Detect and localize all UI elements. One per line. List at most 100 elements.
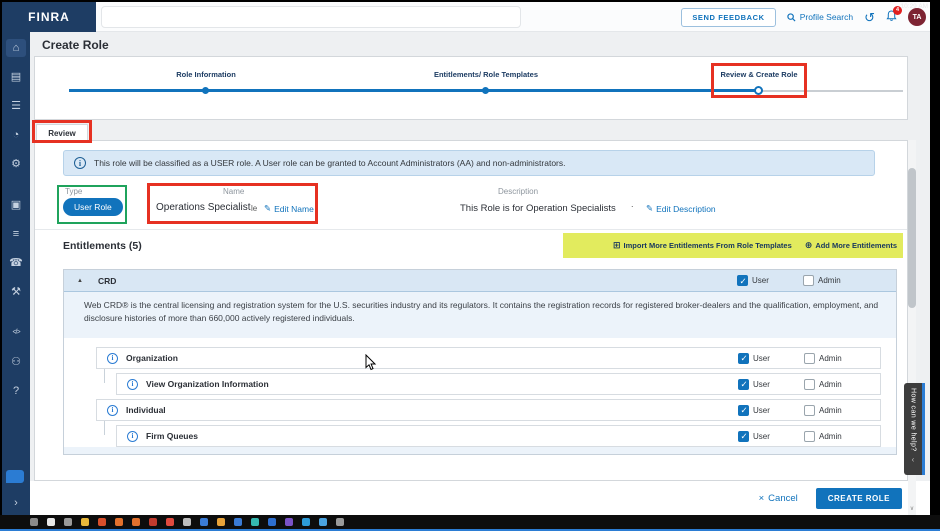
- description-label: Description: [498, 187, 538, 196]
- user-checkbox-label: User: [753, 380, 770, 389]
- user-checkbox[interactable]: [738, 379, 749, 390]
- user-checkbox[interactable]: [737, 275, 748, 286]
- info-icon: i: [127, 379, 138, 390]
- edit-pencil-icon: ✎: [264, 203, 271, 214]
- scrollbar-down-arrow[interactable]: ∨: [908, 505, 916, 515]
- help-tab-label: How can we help?: [910, 388, 917, 452]
- help-tab[interactable]: How can we help? ‹: [904, 383, 925, 475]
- type-label: Type: [65, 187, 82, 196]
- footer-actions: × Cancel CREATE ROLE: [30, 481, 930, 515]
- entitlement-row-organization[interactable]: i Organization User Admin: [96, 347, 881, 369]
- queues-icon[interactable]: ≡: [6, 225, 26, 243]
- user-admin-icon[interactable]: ⚙: [6, 155, 26, 173]
- entitlement-row-individual[interactable]: i Individual User Admin: [96, 399, 881, 421]
- avatar[interactable]: TA: [908, 8, 926, 26]
- divider: [35, 229, 907, 230]
- panel-bottom-strip: [64, 447, 896, 454]
- row-connector: [104, 421, 105, 435]
- crd-group-description: Web CRD® is the central licensing and re…: [64, 292, 896, 338]
- step-role-information[interactable]: Role Information: [176, 70, 236, 79]
- collapse-triangle-icon[interactable]: ▲: [77, 278, 83, 284]
- pie-chart-icon[interactable]: ◔: [6, 126, 26, 144]
- checklist-icon[interactable]: ☰: [6, 97, 26, 115]
- close-icon: ×: [759, 493, 765, 504]
- entitlement-row-view-organization-information[interactable]: i View Organization Information User Adm…: [116, 373, 881, 395]
- profile-search-link[interactable]: Profile Search: [787, 12, 853, 22]
- profile-search-label: Profile Search: [800, 12, 853, 22]
- entitlements-panel: ▲ CRD User Admin Web CRD® is the central: [63, 269, 897, 455]
- developer-code-icon[interactable]: </>: [6, 324, 26, 342]
- top-bar: FINRA SEND FEEDBACK Profile Search ↺ 4 T…: [2, 2, 930, 32]
- user-checkbox-label: User: [753, 406, 770, 415]
- crd-checkboxes: User Admin: [737, 275, 896, 286]
- info-icon: i: [74, 157, 86, 169]
- user-checkbox[interactable]: [738, 431, 749, 442]
- chevron-left-icon: ‹: [912, 455, 915, 464]
- admin-checkbox-label: Admin: [819, 406, 842, 415]
- crd-group-header[interactable]: ▲ CRD User Admin: [64, 270, 896, 292]
- main-content: Create Role Role Information Entitlement…: [30, 32, 930, 515]
- left-sidebar: ⌂ ▤ ☰ ◔ ⚙ ▣ ≡ ☎ ⚒ </> ⚇ ? ›: [2, 32, 30, 515]
- send-feedback-button[interactable]: SEND FEEDBACK: [681, 8, 775, 27]
- admin-checkbox[interactable]: [804, 353, 815, 364]
- taskbar-icons: [30, 518, 344, 526]
- tab-review[interactable]: Review: [36, 124, 88, 141]
- review-card: i This role will be classified as a USER…: [34, 140, 908, 481]
- admin-checkbox[interactable]: [804, 379, 815, 390]
- add-entitlements-label: Add More Entitlements: [815, 241, 897, 250]
- row-checkboxes: User Admin: [738, 431, 880, 442]
- cancel-button[interactable]: × Cancel: [759, 493, 798, 504]
- scrollbar-thumb[interactable]: [908, 168, 916, 308]
- add-entitlements-link[interactable]: ⊕ Add More Entitlements: [805, 240, 897, 251]
- app-window: FINRA SEND FEEDBACK Profile Search ↺ 4 T…: [2, 2, 930, 515]
- history-icon[interactable]: ↺: [864, 11, 875, 24]
- search-icon: [787, 13, 796, 22]
- admin-checkbox[interactable]: [804, 431, 815, 442]
- topbar-search-box[interactable]: [101, 6, 521, 28]
- help-icon[interactable]: ?: [6, 382, 26, 400]
- edit-description-link[interactable]: ✎ Edit Description: [646, 203, 716, 214]
- groups-icon[interactable]: ⚇: [6, 353, 26, 371]
- admin-checkbox-label: Admin: [819, 380, 842, 389]
- sidebar-expand-chevron[interactable]: ›: [2, 497, 30, 509]
- topbar-actions: SEND FEEDBACK Profile Search ↺ 4 TA: [681, 2, 926, 32]
- import-entitlements-link[interactable]: ⊞ Import More Entitlements From Role Tem…: [613, 240, 792, 251]
- os-taskbar[interactable]: [0, 515, 940, 529]
- crd-user-checkbox-item: User: [737, 275, 787, 286]
- taskbar-clock: 10:29 AM: [901, 3, 928, 10]
- type-value-pill[interactable]: User Role: [63, 198, 123, 216]
- info-icon: i: [107, 353, 118, 364]
- step-dot-1: [202, 87, 209, 94]
- create-role-button[interactable]: CREATE ROLE: [816, 488, 902, 509]
- step-review-create-role[interactable]: Review & Create Role: [720, 70, 797, 79]
- entitlements-title: Entitlements (5): [63, 240, 142, 252]
- row-checkboxes: User Admin: [738, 379, 880, 390]
- step-entitlements-role-templates[interactable]: Entitlements/ Role Templates: [434, 70, 538, 79]
- cancel-label: Cancel: [768, 493, 798, 504]
- user-checkbox-label: User: [753, 432, 770, 441]
- id-card-icon[interactable]: ▤: [6, 68, 26, 86]
- row-label: View Organization Information: [146, 379, 269, 389]
- edit-pencil-icon: ✎: [646, 203, 653, 214]
- admin-checkbox[interactable]: [804, 405, 815, 416]
- edit-name-link[interactable]: ✎ Edit Name: [264, 203, 314, 214]
- admin-checkbox[interactable]: [803, 275, 814, 286]
- entitlement-row-firm-queues[interactable]: i Firm Queues User Admin: [116, 425, 881, 447]
- stepper-progress-line: [69, 89, 759, 92]
- notifications-bell-icon[interactable]: 4: [886, 10, 897, 24]
- home-icon[interactable]: ⌂: [6, 39, 26, 57]
- stepper: Role Information Entitlements/ Role Temp…: [34, 56, 908, 120]
- plus-circle-icon: ⊕: [805, 240, 813, 251]
- name-label: Name: [223, 187, 244, 196]
- contact-icon[interactable]: ☎: [6, 254, 26, 272]
- chat-bubble-icon[interactable]: [6, 470, 24, 483]
- user-checkbox[interactable]: [738, 353, 749, 364]
- row-checkboxes: User Admin: [738, 353, 880, 364]
- row-label: Firm Queues: [146, 431, 198, 441]
- user-checkbox[interactable]: [738, 405, 749, 416]
- user-settings-icon[interactable]: ⚒: [6, 283, 26, 301]
- import-icon: ⊞: [613, 240, 621, 251]
- monitor-icon[interactable]: ▣: [6, 196, 26, 214]
- step-dot-2: [482, 87, 489, 94]
- entitlements-actions-highlight: ⊞ Import More Entitlements From Role Tem…: [563, 233, 903, 258]
